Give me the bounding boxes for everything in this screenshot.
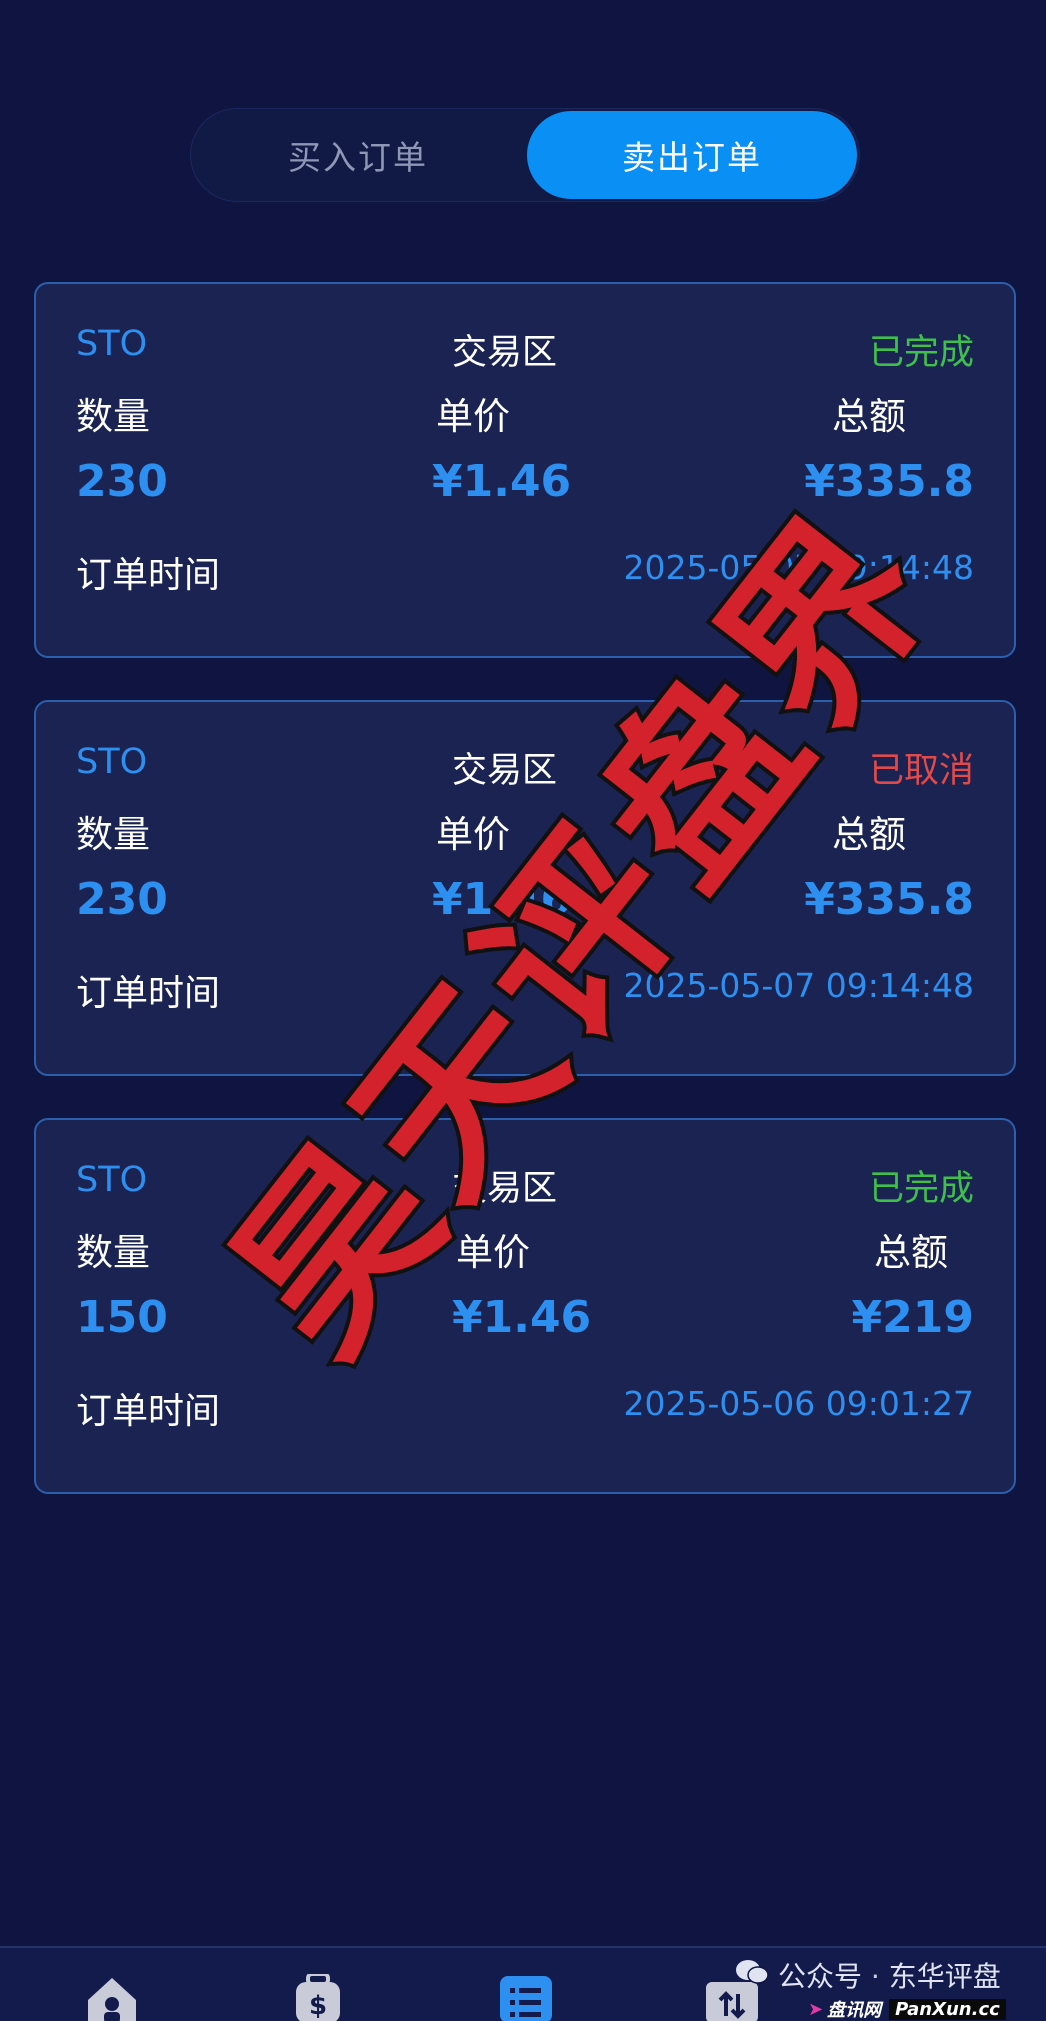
wechat-source-label: 公众号 · 东华评盘 <box>778 1955 1001 1995</box>
order-time-value: 2025-05-06 09:01:27 <box>623 1384 974 1423</box>
unit-price-value: ¥1.46 <box>432 456 572 507</box>
wechat-label: 公众号 <box>778 1960 863 1993</box>
home-icon[interactable] <box>84 1974 140 2021</box>
quantity-value: 230 <box>76 874 168 925</box>
wechat-account-name: 东华评盘 <box>888 1960 1001 1993</box>
tab-sell-orders[interactable]: 卖出订单 <box>527 111 857 199</box>
order-time-label: 订单时间 <box>76 973 221 1014</box>
total-value: ¥335.8 <box>804 874 974 925</box>
wallet-icon[interactable]: $ <box>290 1972 346 2021</box>
quantity-value: 150 <box>76 1292 168 1343</box>
order-time-label: 订单时间 <box>76 1391 221 1432</box>
total-label: 总额 <box>832 395 906 438</box>
quantity-label: 数量 <box>76 395 150 438</box>
status-badge: 已完成 <box>868 333 974 373</box>
panxun-logo-icon: ➤ <box>808 1998 824 2020</box>
wechat-icon <box>736 1960 769 1984</box>
unit-price-label: 单价 <box>436 395 510 438</box>
site-domain: PanXun.cc <box>889 1998 1006 2020</box>
total-label: 总额 <box>874 1231 948 1274</box>
quantity-value: 230 <box>76 456 168 507</box>
total-value: ¥219 <box>851 1292 974 1343</box>
site-label: 盘讯网 <box>827 2000 882 2021</box>
order-time-label: 订单时间 <box>76 555 221 596</box>
svg-text:$: $ <box>309 1991 327 2021</box>
order-symbol: STO <box>76 742 148 782</box>
status-badge: 已完成 <box>868 1169 974 1209</box>
wechat-separator: · <box>870 1960 880 1993</box>
order-zone: 交易区 <box>452 333 558 373</box>
tab-buy-orders[interactable]: 买入订单 <box>193 111 523 199</box>
orders-icon[interactable] <box>498 1974 554 2021</box>
order-symbol: STO <box>76 324 148 364</box>
quantity-label: 数量 <box>76 813 150 856</box>
site-badge: ➤ 盘讯网 PanXun.cc <box>808 1998 1006 2021</box>
order-type-tabs: 买入订单 卖出订单 <box>190 108 860 202</box>
order-symbol: STO <box>76 1160 148 1200</box>
